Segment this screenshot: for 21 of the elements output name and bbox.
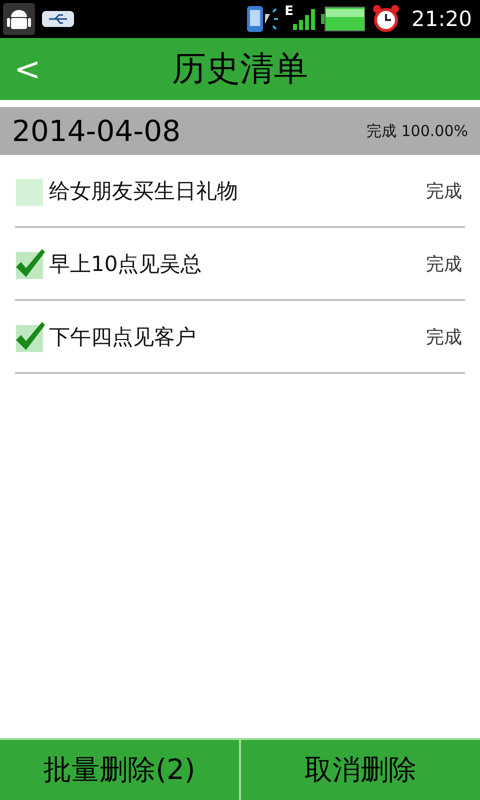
page-title: 历史清单	[172, 48, 308, 91]
task-status: 完成	[426, 326, 462, 348]
task-text: 给女朋友买生日礼物	[49, 178, 239, 204]
task-text: 下午四点见客户	[49, 324, 197, 350]
vibrate-phone-icon	[244, 4, 279, 34]
usb-icon	[41, 9, 75, 29]
android-icon	[3, 3, 35, 35]
battery-icon	[321, 6, 366, 32]
network-type-label: E	[284, 4, 294, 19]
checkbox[interactable]	[15, 248, 45, 278]
completion-summary: 完成 100.00%	[366, 122, 468, 140]
cancel-delete-button[interactable]: 取消删除	[239, 740, 480, 800]
task-status: 完成	[426, 252, 462, 276]
task-status: 完成	[426, 180, 462, 202]
checkbox[interactable]	[15, 322, 45, 352]
signal-icon	[293, 8, 316, 30]
batch-delete-button[interactable]: 批量删除(2)	[0, 740, 239, 800]
alarm-clock-icon	[371, 4, 402, 34]
date-label: 2014-04-08	[12, 114, 181, 148]
task-text: 早上10点见吴总	[49, 250, 203, 278]
clock-time: 21:20	[411, 7, 472, 31]
